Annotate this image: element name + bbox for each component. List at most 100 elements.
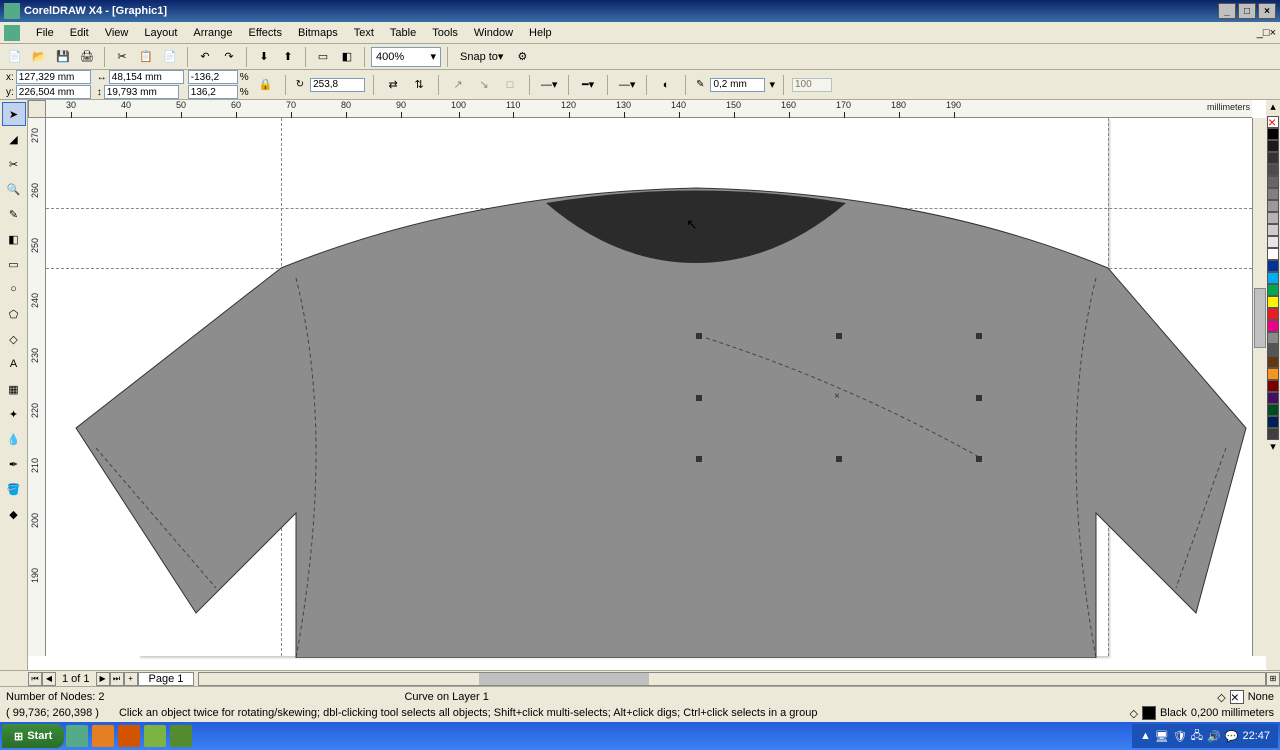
sel-handle-tc[interactable] xyxy=(836,333,842,339)
height-input[interactable]: 19,793 mm xyxy=(104,85,179,99)
mdi-close-button[interactable]: × xyxy=(1270,27,1276,39)
taskbar-coreldraw-icon[interactable] xyxy=(170,725,192,747)
menu-bitmaps[interactable]: Bitmaps xyxy=(290,25,346,41)
y-position-input[interactable]: 226,504 mm xyxy=(16,85,91,99)
page-first-icon[interactable]: ⏮ xyxy=(28,672,42,686)
taskbar-app1-icon[interactable] xyxy=(144,725,166,747)
unused3-icon[interactable]: □ xyxy=(499,74,521,96)
paste-icon[interactable]: 📄 xyxy=(159,46,181,68)
fill-indicator-icon[interactable]: ◇ xyxy=(1217,691,1225,704)
sel-handle-tl[interactable] xyxy=(696,333,702,339)
scrollbar-vertical[interactable] xyxy=(1252,118,1266,656)
opacity-input[interactable]: 100 xyxy=(792,78,832,92)
swatch[interactable] xyxy=(1267,320,1279,332)
mirror-v-icon[interactable]: ⇅ xyxy=(408,74,430,96)
outline-width-input[interactable]: 0,2 mm xyxy=(710,78,765,92)
mdi-maximize-button[interactable]: □ xyxy=(1263,27,1270,39)
scale-x-input[interactable]: -136,2 xyxy=(188,70,238,84)
ruler-origin[interactable] xyxy=(28,100,46,118)
sel-handle-br[interactable] xyxy=(976,456,982,462)
table-tool[interactable]: ▦ xyxy=(2,377,26,401)
shape-tool[interactable]: ◢ xyxy=(2,127,26,151)
swatch[interactable] xyxy=(1267,296,1279,308)
line-style-icon[interactable]: ━▾ xyxy=(577,74,599,96)
menu-layout[interactable]: Layout xyxy=(136,25,185,41)
interactive-fill-tool[interactable]: ◆ xyxy=(2,502,26,526)
swatch[interactable] xyxy=(1267,260,1279,272)
swatch[interactable] xyxy=(1267,428,1279,440)
line-end-icon[interactable]: —▾ xyxy=(616,74,638,96)
swatch[interactable] xyxy=(1267,404,1279,416)
fill-tool[interactable]: 🪣 xyxy=(2,477,26,501)
eyedropper-tool[interactable]: 💧 xyxy=(2,427,26,451)
sel-handle-bc[interactable] xyxy=(836,456,842,462)
launch-icon[interactable]: ▭ xyxy=(312,46,334,68)
ruler-horizontal[interactable]: 30 40 50 60 70 80 90 100 110 120 130 140… xyxy=(46,100,1252,118)
wrap-icon[interactable]: ◐ xyxy=(655,74,677,96)
sel-handle-bl[interactable] xyxy=(696,456,702,462)
zoom-combo[interactable]: 400%▾ xyxy=(371,47,441,67)
menu-window[interactable]: Window xyxy=(466,25,521,41)
swatch[interactable] xyxy=(1267,368,1279,380)
print-icon[interactable]: 🖨 xyxy=(76,46,98,68)
page-last-icon[interactable]: ⏭ xyxy=(110,672,124,686)
swatch[interactable] xyxy=(1267,284,1279,296)
welcome-icon[interactable]: ◧ xyxy=(336,46,358,68)
swatch-white[interactable] xyxy=(1267,248,1279,260)
taskbar-explorer-icon[interactable] xyxy=(66,725,88,747)
sel-center[interactable]: × xyxy=(834,391,842,399)
outline-tool[interactable]: ✒ xyxy=(2,452,26,476)
lock-ratio-icon[interactable]: 🔒 xyxy=(255,74,277,96)
scroll-thumb-h[interactable] xyxy=(479,673,649,685)
crop-tool[interactable]: ✂ xyxy=(2,152,26,176)
menu-tools[interactable]: Tools xyxy=(424,25,466,41)
ellipse-tool[interactable]: ○ xyxy=(2,277,26,301)
menu-text[interactable]: Text xyxy=(346,25,382,41)
swatch[interactable] xyxy=(1267,236,1279,248)
menu-help[interactable]: Help xyxy=(521,25,560,41)
import-icon[interactable]: ⬇ xyxy=(253,46,275,68)
tray-icon[interactable]: 🛡 xyxy=(1173,730,1187,743)
sel-handle-mr[interactable] xyxy=(976,395,982,401)
snap-to-menu[interactable]: Snap to ▾ xyxy=(454,46,509,68)
swatch[interactable] xyxy=(1267,344,1279,356)
swatch[interactable] xyxy=(1267,224,1279,236)
fill-swatch[interactable]: × xyxy=(1230,690,1244,704)
tray-icon[interactable]: 🔊 xyxy=(1207,730,1221,743)
cut-icon[interactable]: ✂ xyxy=(111,46,133,68)
tray-icon[interactable]: 🖥 xyxy=(1155,730,1169,743)
rectangle-tool[interactable]: ▭ xyxy=(2,252,26,276)
tshirt-drawing[interactable] xyxy=(46,118,1256,658)
swatch[interactable] xyxy=(1267,392,1279,404)
swatch[interactable] xyxy=(1267,176,1279,188)
tray-icon[interactable]: ▲ xyxy=(1140,730,1151,742)
save-icon[interactable]: 💾 xyxy=(52,46,74,68)
start-button[interactable]: ⊞ Start xyxy=(2,724,64,748)
page-add-icon[interactable]: + xyxy=(124,672,138,686)
swatch[interactable] xyxy=(1267,332,1279,344)
undo-icon[interactable]: ↶ xyxy=(194,46,216,68)
options-icon[interactable]: ⚙ xyxy=(511,46,533,68)
text-tool[interactable]: A xyxy=(2,352,26,376)
redo-icon[interactable]: ↷ xyxy=(218,46,240,68)
freehand-tool[interactable]: ✎ xyxy=(2,202,26,226)
menu-effects[interactable]: Effects xyxy=(241,25,290,41)
swatch[interactable] xyxy=(1267,356,1279,368)
tray-icon[interactable]: 🖧 xyxy=(1191,727,1203,746)
taskbar-firefox-icon[interactable] xyxy=(118,725,140,747)
menu-table[interactable]: Table xyxy=(382,25,424,41)
swatch[interactable] xyxy=(1267,416,1279,428)
outline-indicator-icon[interactable]: ◇ xyxy=(1129,707,1137,720)
page-tab[interactable]: Page 1 xyxy=(138,672,195,686)
width-input[interactable]: 48,154 mm xyxy=(109,70,184,84)
unused1-icon[interactable]: ↗ xyxy=(447,74,469,96)
swatch[interactable] xyxy=(1267,380,1279,392)
polygon-tool[interactable]: ⬠ xyxy=(2,302,26,326)
swatch[interactable] xyxy=(1267,188,1279,200)
minimize-button[interactable]: _ xyxy=(1218,3,1236,19)
menu-arrange[interactable]: Arrange xyxy=(185,25,240,41)
swatch[interactable] xyxy=(1267,200,1279,212)
page-prev-icon[interactable]: ◀ xyxy=(42,672,56,686)
export-icon[interactable]: ⬆ xyxy=(277,46,299,68)
line-start-icon[interactable]: —▾ xyxy=(538,74,560,96)
